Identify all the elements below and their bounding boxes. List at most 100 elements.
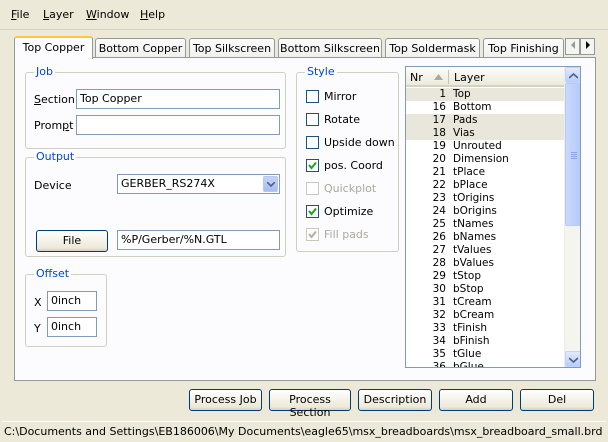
tab-bottom-copper[interactable]: Bottom Copper	[95, 38, 186, 58]
layer-name: tValues	[453, 244, 492, 256]
layer-name: tCream	[453, 296, 492, 308]
offset-group: Offset X 0inch Y 0inch	[25, 267, 107, 347]
layer-name: bFinish	[453, 335, 490, 347]
tab-bottom-silkscreen[interactable]: Bottom Silkscreen	[278, 38, 382, 58]
tab-scroll-left-icon[interactable]	[565, 38, 580, 55]
layer-name: Bottom	[453, 101, 492, 113]
offset-y-input[interactable]: 0inch	[47, 317, 97, 337]
layer-row[interactable]: 32 bCream	[406, 309, 566, 322]
job-group-title: Job	[34, 65, 55, 78]
layer-nr: 22	[432, 179, 446, 191]
column-layer[interactable]: Layer	[454, 71, 485, 84]
device-select-value: GERBER_RS274X	[121, 177, 215, 190]
menu-window[interactable]: Window	[86, 8, 129, 21]
optimize-label: Optimize	[324, 205, 374, 218]
layer-row[interactable]: 18 Vias	[406, 127, 566, 140]
style-group-title: Style	[305, 65, 337, 78]
style-group: Style Mirror Rotate Upside down pos. Coo…	[296, 65, 399, 252]
tab-top-finishing[interactable]: Top Finishing	[483, 38, 564, 58]
layer-list[interactable]: Nr Layer 1 Top 16 Bottom 17 Pads 18 Vias 19 Unrou…	[405, 66, 581, 368]
menu-layer[interactable]: Layer	[43, 8, 74, 21]
layer-name: bCream	[453, 309, 495, 321]
layer-name: bPlace	[453, 179, 488, 191]
layer-nr: 28	[432, 257, 446, 269]
layer-rows: 1 Top 16 Bottom 17 Pads 18 Vias 19 Unrouted 20 Dime…	[406, 88, 566, 368]
check-icon	[308, 207, 317, 216]
layer-row[interactable]: 35 tGlue	[406, 348, 566, 361]
layer-nr: 24	[432, 205, 446, 217]
column-separator[interactable]	[448, 70, 449, 84]
layer-row[interactable]: 16 Bottom	[406, 101, 566, 114]
file-button[interactable]: File	[36, 230, 108, 252]
layer-nr: 36	[432, 361, 446, 368]
layer-row[interactable]: 24 bOrigins	[406, 205, 566, 218]
column-nr[interactable]: Nr	[410, 71, 423, 84]
job-group: Job Section Top Copper Prompt	[25, 65, 286, 149]
offset-x-label: X	[34, 296, 42, 309]
optimize-checkbox[interactable]	[306, 205, 319, 218]
layer-row[interactable]: 33 tFinish	[406, 322, 566, 335]
layer-row[interactable]: 31 tCream	[406, 296, 566, 309]
layer-nr: 16	[432, 101, 446, 113]
rotate-checkbox[interactable]	[306, 113, 319, 126]
layer-nr: 29	[432, 270, 446, 282]
layer-nr: 26	[432, 231, 446, 243]
layer-row[interactable]: 26 bNames	[406, 231, 566, 244]
layer-row[interactable]: 27 tValues	[406, 244, 566, 257]
offset-y-label: Y	[34, 322, 41, 335]
scrollbar-thumb[interactable]	[565, 83, 580, 226]
layer-row[interactable]: 20 Dimension	[406, 153, 566, 166]
layer-row[interactable]: 25 tNames	[406, 218, 566, 231]
layer-nr: 1	[439, 88, 446, 100]
layer-row[interactable]: 34 bFinish	[406, 335, 566, 348]
layer-nr: 35	[432, 348, 446, 360]
menu-bar: File Layer Window Help	[0, 0, 608, 30]
upside-down-checkbox[interactable]	[306, 136, 319, 149]
layer-row[interactable]: 28 bValues	[406, 257, 566, 270]
file-path-input[interactable]: %P/Gerber/%N.GTL	[117, 230, 280, 250]
layer-row[interactable]: 29 tStop	[406, 270, 566, 283]
add-button[interactable]: Add	[439, 389, 513, 411]
mirror-label: Mirror	[324, 90, 357, 103]
section-tabs: Top Copper Bottom Copper Top Silkscreen …	[14, 36, 596, 59]
tab-scroll-right-icon[interactable]	[580, 38, 595, 55]
device-select[interactable]: GERBER_RS274X	[117, 174, 280, 194]
chevron-down-icon[interactable]	[263, 176, 278, 192]
layer-name: tNames	[453, 218, 494, 230]
offset-x-input[interactable]: 0inch	[47, 291, 97, 311]
del-button[interactable]: Del	[520, 389, 594, 411]
layer-row[interactable]: 22 bPlace	[406, 179, 566, 192]
layer-list-scrollbar[interactable]	[564, 67, 580, 367]
tab-top-soldermask[interactable]: Top Soldermask	[385, 38, 480, 58]
pos-coord-checkbox[interactable]	[306, 159, 319, 172]
tab-top-copper[interactable]: Top Copper	[14, 36, 93, 59]
mirror-checkbox[interactable]	[306, 90, 319, 103]
layer-nr: 25	[432, 218, 446, 230]
sort-ascending-icon	[434, 74, 443, 80]
layer-list-header: Nr Layer	[406, 67, 566, 87]
tab-top-silkscreen[interactable]: Top Silkscreen	[189, 38, 275, 58]
scroll-down-icon[interactable]	[565, 351, 580, 367]
fill-pads-label: Fill pads	[324, 228, 369, 241]
prompt-input[interactable]	[76, 115, 280, 135]
offset-group-title: Offset	[34, 267, 72, 280]
layer-row[interactable]: 19 Unrouted	[406, 140, 566, 153]
layer-row[interactable]: 21 tPlace	[406, 166, 566, 179]
layer-row[interactable]: 17 Pads	[406, 114, 566, 127]
description-button[interactable]: Description	[358, 389, 432, 411]
layer-nr: 18	[432, 127, 446, 139]
section-label: Section	[34, 93, 75, 106]
section-input[interactable]: Top Copper	[76, 89, 280, 109]
menu-help[interactable]: Help	[140, 8, 165, 21]
menu-file[interactable]: File	[11, 8, 29, 21]
scroll-up-icon[interactable]	[565, 67, 580, 83]
layer-row[interactable]: 30 bStop	[406, 283, 566, 296]
layer-row[interactable]: 1 Top	[406, 88, 566, 101]
check-icon	[308, 161, 317, 170]
layer-row[interactable]: 36 bGlue	[406, 361, 566, 368]
check-icon	[308, 230, 317, 239]
process-section-button[interactable]: Process Section	[269, 389, 351, 419]
process-job-button[interactable]: Process Job	[189, 389, 262, 411]
output-group: Output Device GERBER_RS274X File %P/Gerb…	[25, 150, 286, 257]
layer-row[interactable]: 23 tOrigins	[406, 192, 566, 205]
